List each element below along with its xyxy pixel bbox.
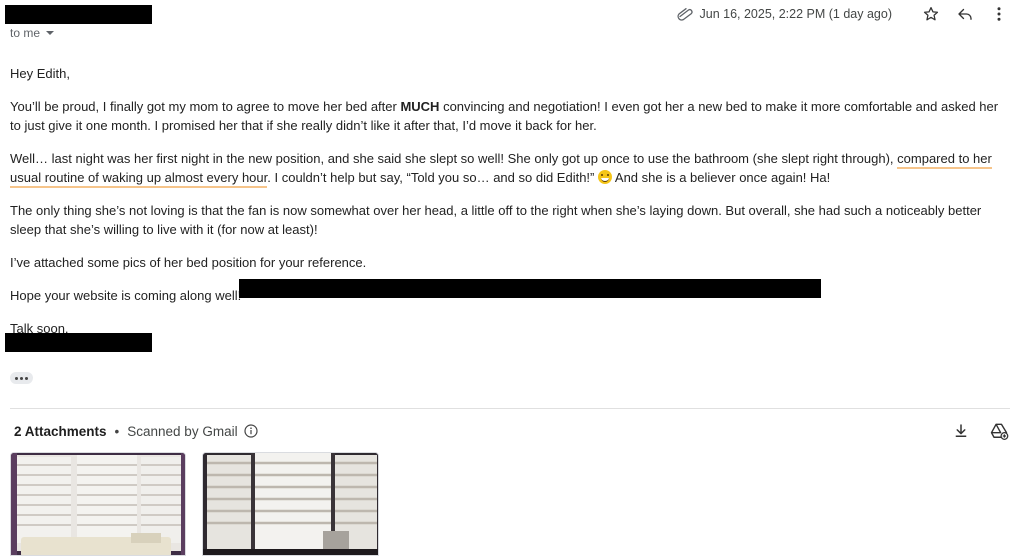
add-to-drive-icon[interactable] (988, 420, 1010, 442)
paragraph-1-bold: MUCH (400, 99, 440, 114)
show-trimmed-content-button[interactable] (10, 372, 33, 384)
star-icon[interactable] (920, 3, 942, 25)
paperclip-icon (676, 7, 694, 21)
message-header-actions: Jun 16, 2025, 2:22 PM (1 day ago) (676, 4, 1011, 24)
message-date: Jun 16, 2025, 2:22 PM (1 day ago) (699, 7, 893, 21)
attachments-header: 2 Attachments • Scanned by Gmail (14, 421, 1010, 441)
chevron-down-icon (46, 31, 55, 35)
paragraph-2: Well… last night was her first night in … (10, 149, 1010, 188)
paragraph-1: You’ll be proud, I finally got my mom to… (10, 97, 1010, 135)
redacted-url (239, 279, 821, 298)
paragraph-2-text-b: . I couldn’t help but say, “Told you so…… (267, 170, 595, 185)
paragraph-2-text-a: Well… last night was her first night in … (10, 151, 894, 166)
redacted-sender-name (5, 5, 152, 24)
signoff: Talk soon, (10, 321, 69, 336)
paragraph-2-text-c: And she is a believer once again! Ha! (612, 170, 831, 185)
more-vert-icon[interactable] (988, 3, 1010, 25)
paragraph-3: The only thing she’s not loving is that … (10, 203, 982, 237)
scanned-by-gmail-label: Scanned by Gmail (127, 423, 238, 439)
separator-dot: • (114, 423, 120, 439)
attachment-thumbnail-2[interactable] (202, 452, 379, 556)
paragraph-4: I’ve attached some pics of her bed posit… (10, 255, 367, 270)
attachments-count: 2 Attachments (14, 423, 107, 439)
reply-icon[interactable] (954, 3, 976, 25)
download-icon[interactable] (950, 420, 972, 442)
info-icon[interactable] (243, 424, 258, 438)
message-body: Hey Edith, You’ll be proud, I finally go… (10, 64, 1010, 352)
redacted-signature (5, 333, 152, 352)
to-me-label: to me (10, 26, 41, 40)
paragraph-1-text-a: You’ll be proud, I finally got my mom to… (10, 99, 401, 114)
attachments-divider (10, 408, 1010, 409)
greeting: Hey Edith, (10, 66, 70, 81)
attachments-actions (934, 420, 1010, 442)
attachment-thumbnail-1[interactable] (10, 452, 186, 556)
recipients-toggle[interactable]: to me (10, 26, 55, 40)
grinning-face-emoji (598, 170, 612, 184)
